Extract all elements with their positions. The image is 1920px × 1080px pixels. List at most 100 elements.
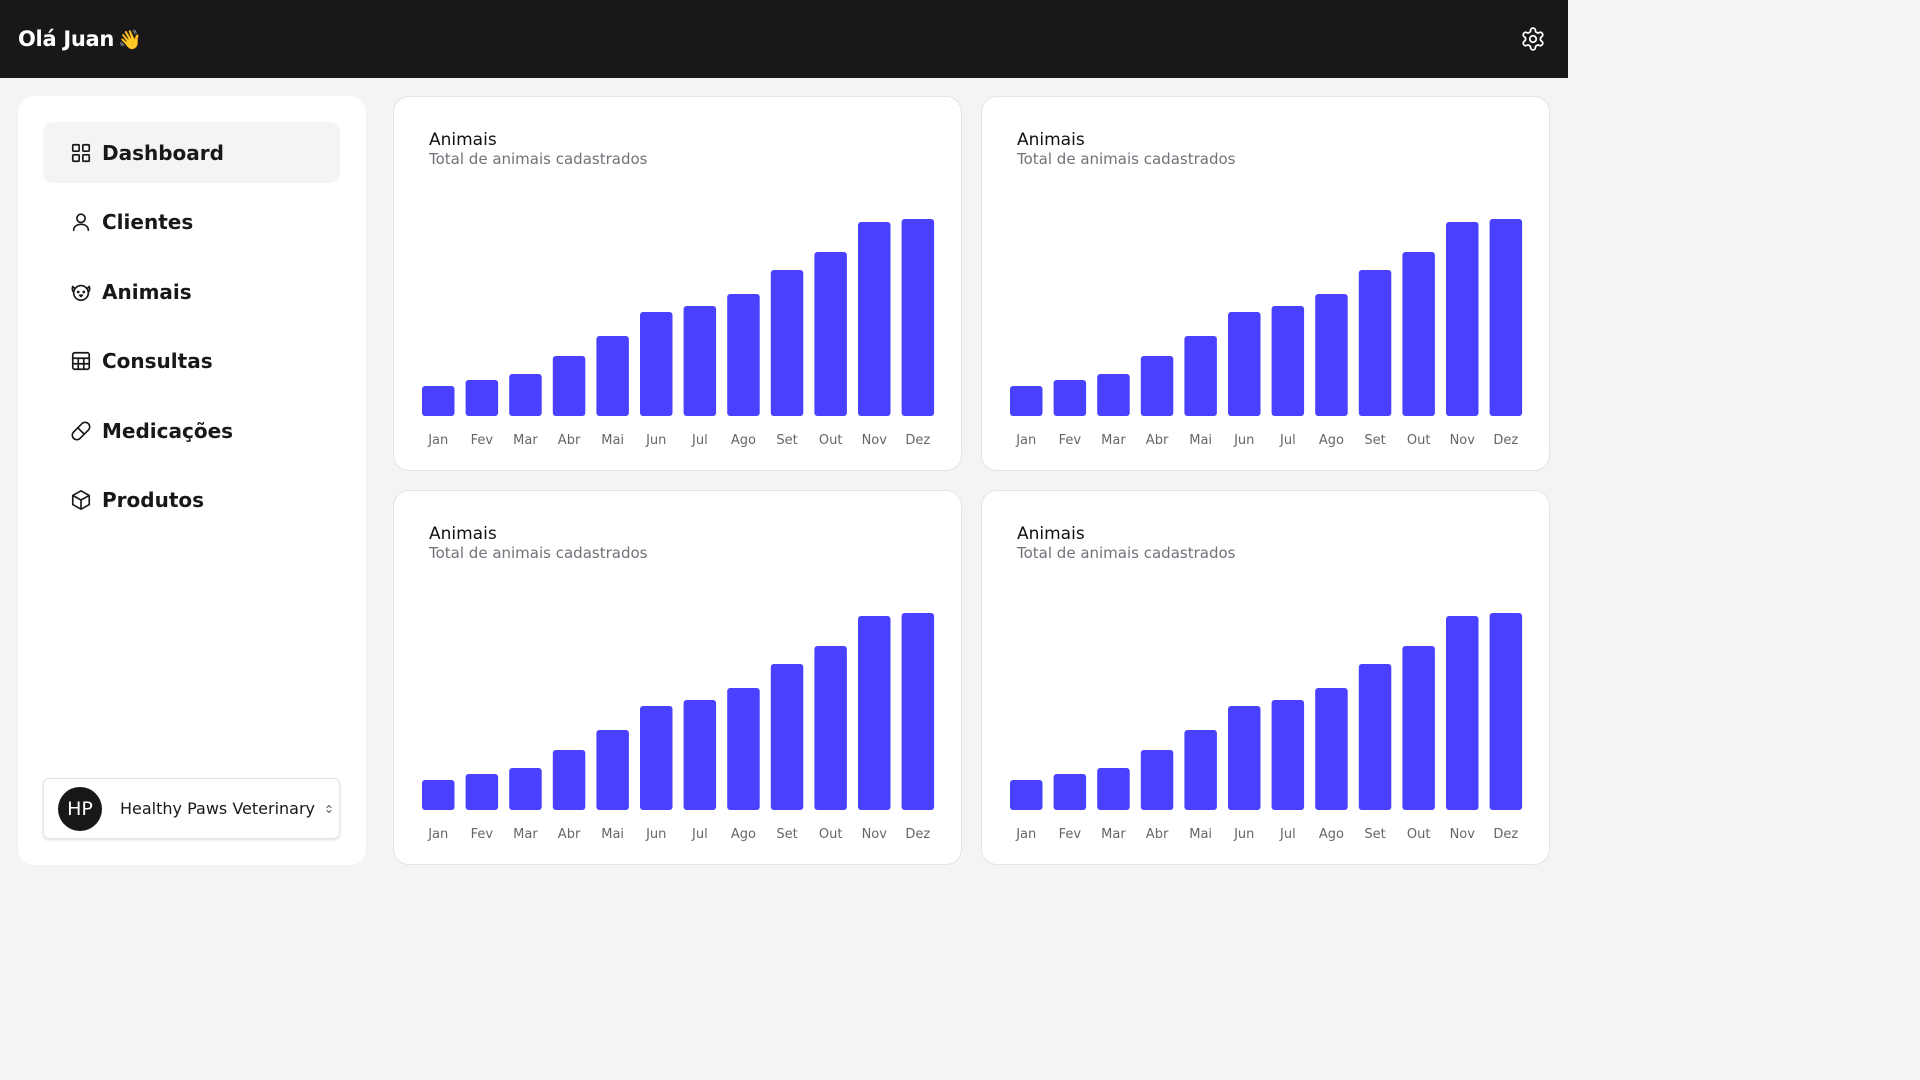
bar-mai	[1184, 730, 1217, 810]
sidebar-item-label: Dashboard	[102, 140, 224, 165]
x-tick-label: Abr	[558, 433, 581, 448]
bar-dez	[901, 219, 935, 416]
bar-nov	[1446, 222, 1479, 416]
bar-fev	[465, 380, 499, 416]
bar-set	[770, 270, 804, 416]
sidebar: Dashboard Clientes Animais Consultas Med…	[18, 96, 366, 865]
x-tick-label: Jul	[1279, 827, 1296, 842]
user-icon	[70, 211, 92, 233]
sidebar-item-label: Clientes	[102, 210, 194, 235]
bar-out	[1402, 252, 1435, 416]
x-tick-label: Out	[1407, 433, 1431, 448]
x-tick-label: Ago	[1319, 827, 1344, 842]
x-tick-label: Nov	[1450, 827, 1476, 842]
bar-nov	[858, 222, 891, 416]
gear-icon	[1522, 27, 1544, 51]
x-tick-label: Fev	[471, 433, 494, 448]
bar-mar	[1097, 768, 1130, 810]
x-tick-label: Jul	[691, 827, 708, 842]
table-icon	[70, 350, 92, 372]
bar-mar	[509, 768, 542, 810]
clinic-switcher[interactable]: HP Healthy Paws Veterinary	[43, 778, 340, 839]
bar-abr	[552, 356, 586, 416]
chart-card: Animais Total de animais cadastrados Jan…	[981, 96, 1550, 471]
x-tick-label: Mai	[601, 827, 624, 842]
x-tick-label: Mar	[513, 827, 538, 842]
x-tick-label: Nov	[1450, 433, 1476, 448]
bar-abr	[552, 750, 586, 810]
x-tick-label: Ago	[731, 827, 756, 842]
bar-dez	[901, 613, 935, 810]
bar-abr	[1140, 356, 1174, 416]
x-tick-label: Ago	[1319, 433, 1344, 448]
pill-icon	[70, 420, 92, 442]
sidebar-item-medicacoes[interactable]: Medicações	[43, 400, 340, 461]
chart-card: Animais Total de animais cadastrados Jan…	[393, 96, 962, 471]
x-tick-label: Jun	[645, 827, 666, 842]
sidebar-item-label: Produtos	[102, 488, 205, 513]
x-tick-label: Jan	[427, 827, 448, 842]
settings-button[interactable]	[1520, 26, 1546, 52]
bar-jul	[1271, 306, 1305, 416]
bar-jun	[1228, 312, 1261, 416]
bar-jun	[640, 312, 673, 416]
x-tick-label: Jul	[1279, 433, 1296, 448]
chart-card: Animais Total de animais cadastrados Jan…	[981, 490, 1550, 865]
x-tick-label: Dez	[1493, 827, 1518, 842]
bar-ago	[1315, 688, 1348, 810]
bar-mai	[1184, 336, 1217, 416]
x-tick-label: Abr	[1146, 433, 1169, 448]
x-tick-label: Jun	[1233, 433, 1254, 448]
chart-card: Animais Total de animais cadastrados Jan…	[393, 490, 962, 865]
x-tick-label: Mai	[601, 433, 624, 448]
bar-jul	[683, 306, 717, 416]
x-tick-label: Dez	[905, 827, 930, 842]
bar-out	[814, 646, 847, 810]
x-tick-label: Dez	[905, 433, 930, 448]
sidebar-item-consultas[interactable]: Consultas	[43, 331, 340, 392]
bar-mar	[1097, 374, 1130, 416]
x-tick-label: Jan	[1015, 827, 1036, 842]
bar-jul	[1271, 700, 1305, 810]
sidebar-item-animais[interactable]: Animais	[43, 261, 340, 322]
x-tick-label: Ago	[731, 433, 756, 448]
bar-out	[1402, 646, 1435, 810]
sidebar-item-produtos[interactable]: Produtos	[43, 470, 340, 531]
bar-mai	[596, 336, 629, 416]
bar-fev	[1053, 774, 1087, 810]
bar-ago	[1315, 294, 1348, 416]
x-tick-label: Set	[776, 433, 797, 448]
waving-hand-icon: 👋	[118, 28, 142, 51]
bar-abr	[1140, 750, 1174, 810]
x-tick-label: Dez	[1493, 433, 1518, 448]
x-tick-label: Set	[1364, 827, 1385, 842]
x-tick-label: Mai	[1189, 827, 1212, 842]
sidebar-item-clientes[interactable]: Clientes	[43, 192, 340, 253]
bar-chart: Jan Fev Mar Abr Mai Jun Jul Ago Set Out Nov Dez	[422, 219, 935, 448]
x-tick-label: Out	[819, 433, 843, 448]
bar-set	[1358, 270, 1392, 416]
bar-jan	[1010, 386, 1043, 416]
bar-fev	[465, 774, 499, 810]
chevron-up-down-icon	[325, 803, 333, 815]
sidebar-item-dashboard[interactable]: Dashboard	[43, 122, 340, 183]
sidebar-item-label: Consultas	[102, 349, 213, 374]
dog-icon	[70, 281, 92, 303]
x-tick-label: Jan	[1015, 433, 1036, 448]
bar-jun	[640, 706, 673, 810]
x-tick-label: Jul	[691, 433, 708, 448]
x-tick-label: Mar	[1101, 433, 1126, 448]
x-tick-label: Fev	[471, 827, 494, 842]
bar-jan	[422, 780, 455, 810]
bar-jan	[1010, 780, 1043, 810]
bar-nov	[858, 616, 891, 810]
clinic-name: Healthy Paws Veterinary	[120, 799, 316, 818]
sidebar-nav: Dashboard Clientes Animais Consultas Med…	[43, 122, 340, 540]
x-tick-label: Nov	[862, 827, 888, 842]
x-tick-label: Set	[776, 827, 797, 842]
bar-ago	[727, 294, 760, 416]
x-tick-label: Nov	[862, 433, 888, 448]
x-tick-label: Mai	[1189, 433, 1212, 448]
bar-set	[770, 664, 804, 810]
bar-jul	[683, 700, 717, 810]
